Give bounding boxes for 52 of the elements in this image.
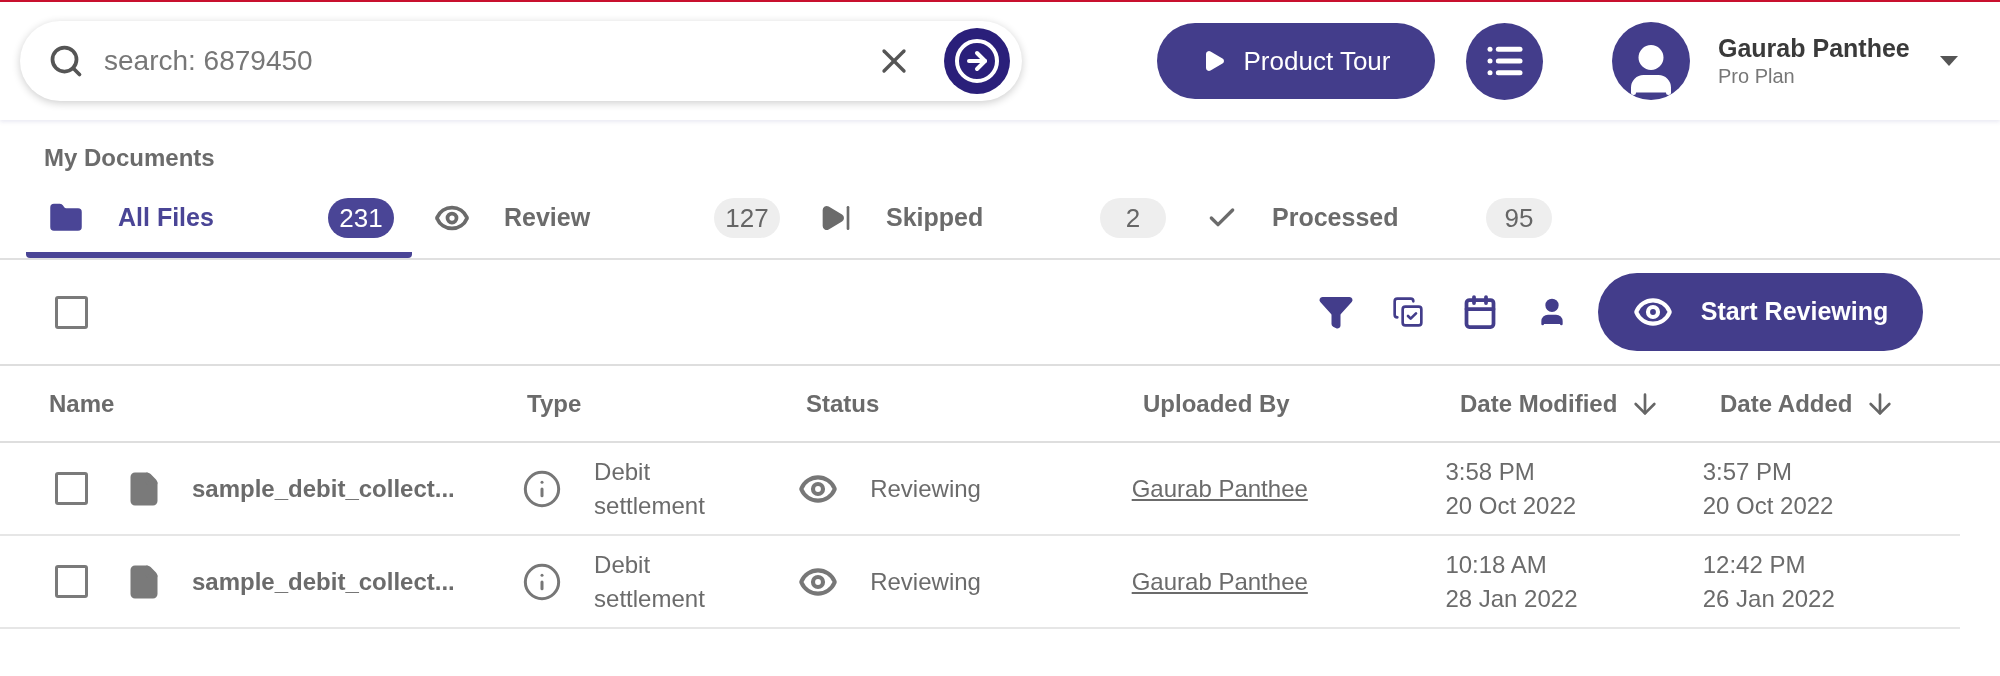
- added-date: 20 Oct 2022: [1702, 490, 1835, 521]
- count-badge: 2: [1100, 198, 1166, 238]
- search-icon: [48, 43, 84, 79]
- uploader-link[interactable]: Gaurab Panthee: [1131, 567, 1308, 595]
- uploader-link[interactable]: Gaurab Panthee: [1131, 474, 1308, 502]
- checkbox[interactable]: [55, 295, 88, 329]
- filter-icon[interactable]: [1318, 294, 1354, 330]
- tab-label: Processed: [1272, 202, 1399, 234]
- document-type: Debit settlement: [594, 456, 706, 521]
- dropdown-caret-icon[interactable]: [1939, 56, 1958, 66]
- info-icon[interactable]: [522, 561, 563, 602]
- file-name[interactable]: sample_debit_collect...: [192, 563, 455, 600]
- tab[interactable]: Review 127: [412, 184, 798, 258]
- status-text: Reviewing: [870, 566, 981, 597]
- modified-date: 28 Jan 2022: [1445, 583, 1579, 614]
- tab[interactable]: Processed 95: [1184, 184, 1570, 258]
- count-badge: 95: [1486, 198, 1552, 238]
- column-header[interactable]: Date Added: [1720, 385, 1853, 422]
- search-query[interactable]: search: 6879450: [104, 40, 854, 82]
- user-name: Gaurab Panthee: [1718, 32, 1910, 64]
- column-header[interactable]: Status: [806, 385, 880, 422]
- document-type: Debit settlement: [594, 549, 706, 614]
- tab[interactable]: Skipped 2: [798, 184, 1184, 258]
- tab[interactable]: All Files 231: [26, 184, 412, 258]
- count-badge: 127: [714, 198, 780, 238]
- checkbox[interactable]: [55, 565, 88, 598]
- modified-time: 10:18 AM: [1445, 549, 1548, 580]
- status-text: Reviewing: [870, 473, 981, 504]
- stacked-pages-icon[interactable]: [1392, 296, 1424, 328]
- column-header[interactable]: Date Modified: [1460, 385, 1618, 422]
- search-field[interactable]: search: 6879450: [20, 21, 1022, 101]
- section-title: My Documents: [44, 144, 215, 171]
- info-icon[interactable]: [522, 468, 563, 509]
- submit-button[interactable]: [944, 28, 1010, 94]
- added-date: 26 Jan 2022: [1702, 583, 1836, 614]
- start-reviewing-button[interactable]: Start Reviewing: [1598, 273, 1923, 351]
- checkbox[interactable]: [55, 472, 88, 505]
- tab-label: Skipped: [886, 202, 984, 234]
- modified-date: 20 Oct 2022: [1445, 490, 1578, 521]
- tab-label: All Files: [118, 202, 214, 234]
- product-tour-button[interactable]: Product Tour: [1157, 23, 1435, 99]
- modified-time: 3:58 PM: [1445, 456, 1536, 487]
- count-badge: 231: [328, 198, 394, 238]
- user-plan: Pro Plan: [1718, 64, 1796, 90]
- column-header[interactable]: Type: [527, 385, 582, 422]
- added-time: 12:42 PM: [1702, 549, 1807, 580]
- added-time: 3:57 PM: [1702, 456, 1794, 487]
- tab-label: Review: [504, 202, 591, 234]
- calendar-icon[interactable]: [1462, 294, 1498, 330]
- column-header[interactable]: Uploaded By: [1143, 385, 1290, 422]
- file-name[interactable]: sample_debit_collect...: [192, 470, 455, 507]
- column-header[interactable]: Name: [49, 385, 115, 422]
